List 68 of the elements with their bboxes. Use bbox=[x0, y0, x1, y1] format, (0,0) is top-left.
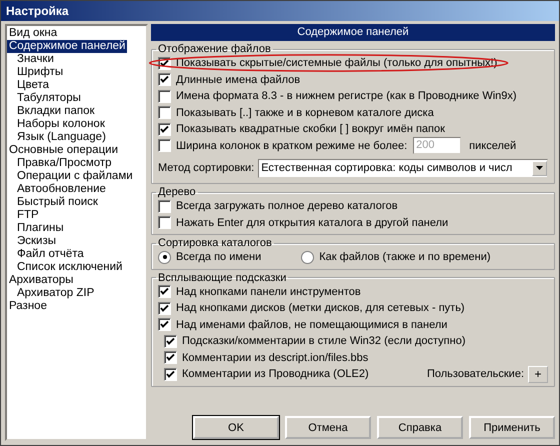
dialog-button[interactable]: Отмена bbox=[285, 416, 371, 439]
group-title: Дерево bbox=[157, 186, 197, 198]
tree-item[interactable]: Архиватор ZIP bbox=[15, 287, 96, 300]
checkbox[interactable] bbox=[164, 351, 177, 364]
tree-item[interactable]: FTP bbox=[15, 209, 41, 222]
checkbox-label: Показывать скрытые/системные файлы (только для опытных!) bbox=[176, 57, 498, 70]
tree-item[interactable]: Значки bbox=[15, 53, 56, 66]
tree-item[interactable]: Цвета bbox=[15, 79, 52, 92]
checkbox-label: Нажать Enter для открытия каталога в другой панели bbox=[176, 216, 448, 229]
checkbox[interactable] bbox=[164, 368, 177, 381]
window-title: Настройка bbox=[6, 4, 69, 18]
checkbox[interactable] bbox=[158, 122, 171, 136]
checkbox-label: Комментарии из Проводника (OLE2) bbox=[182, 368, 369, 380]
tree-item[interactable]: Табуляторы bbox=[15, 92, 83, 105]
checkbox[interactable] bbox=[158, 200, 171, 213]
dialog-button[interactable]: Справка bbox=[377, 416, 463, 439]
checkbox[interactable] bbox=[158, 73, 171, 86]
dialog-button[interactable]: Применить bbox=[469, 416, 555, 439]
checkbox-label: Над кнопками панели инструментов bbox=[176, 286, 361, 298]
tree-item[interactable]: Шрифты bbox=[15, 66, 66, 79]
add-button[interactable]: + bbox=[528, 366, 548, 383]
checkbox-label: Показывать квадратные скобки [ ] вокруг имён папок bbox=[176, 123, 445, 136]
radio-button[interactable] bbox=[301, 250, 314, 264]
dialog-button[interactable]: OK bbox=[193, 416, 279, 439]
tree-item[interactable]: Правка/Просмотр bbox=[15, 157, 114, 170]
checkbox-label: Над именами файлов, не помещающимися в панели bbox=[176, 318, 448, 331]
tree-item[interactable]: Автообновление bbox=[15, 183, 108, 196]
tree-item[interactable]: Разное bbox=[7, 300, 49, 313]
tree-item[interactable]: Наборы колонок bbox=[15, 118, 107, 131]
checkbox[interactable] bbox=[158, 285, 171, 298]
checkbox-label: Над кнопками дисков (метки дисков, для сетевых - путь) bbox=[176, 302, 465, 314]
tree-item[interactable]: Вид окна bbox=[7, 27, 60, 40]
group-title: Всплывающие подсказки bbox=[157, 272, 288, 284]
checkbox-label: Комментарии из descript.ion/files.bbs bbox=[182, 352, 368, 364]
custom-label: Пользовательские: bbox=[426, 368, 524, 380]
checkbox[interactable] bbox=[158, 139, 171, 152]
tree-item[interactable]: Основные операции bbox=[7, 144, 120, 157]
checkbox-label: Ширина колонок в кратком режиме не более: bbox=[176, 140, 408, 152]
checkbox-label: Имена формата 8.3 - в нижнем регистре (как в Проводнике Win9x) bbox=[176, 90, 517, 102]
checkbox-label: Подсказки/комментарии в стиле Win32 (если доступно) bbox=[182, 335, 466, 348]
tree-item[interactable]: Вкладки папок bbox=[15, 105, 97, 118]
tree-item[interactable]: Быстрый поиск bbox=[15, 196, 100, 209]
radio-label: Как файлов (также и по времени) bbox=[319, 251, 491, 264]
checkbox-label: Показывать [..] также и в корневом каталоге диска bbox=[176, 106, 434, 119]
tree-item[interactable]: Эскизы bbox=[15, 235, 58, 248]
tree-item[interactable]: Файл отчёта bbox=[15, 248, 86, 261]
checkbox[interactable] bbox=[158, 106, 171, 120]
tree-item[interactable]: Архиваторы bbox=[7, 274, 76, 287]
radio-button[interactable] bbox=[158, 250, 171, 264]
panel-header: Содержимое панелей bbox=[151, 24, 555, 41]
checkbox[interactable] bbox=[158, 216, 171, 230]
tree-item[interactable]: Содержимое панелей bbox=[7, 40, 128, 53]
checkbox-label: Всегда загружать полное дерево каталогов bbox=[176, 200, 398, 212]
tree-item[interactable]: Список исключений bbox=[15, 261, 124, 274]
group-title: Сортировка каталогов bbox=[157, 237, 273, 249]
tree-item[interactable]: Операции с файлами bbox=[15, 170, 135, 183]
radio-label: Всегда по имени bbox=[176, 251, 262, 264]
sort-method-label: Метод сортировки: bbox=[158, 162, 254, 174]
checkbox-label: Длинные имена файлов bbox=[176, 74, 300, 86]
tree-item[interactable]: Язык (Language) bbox=[15, 131, 108, 144]
checkbox[interactable] bbox=[158, 90, 171, 103]
sort-method-dropdown[interactable]: Естественная сортировка: коды символов и числ bbox=[258, 158, 548, 178]
checkbox[interactable] bbox=[158, 302, 171, 315]
tree-item[interactable]: Плагины bbox=[15, 222, 66, 235]
unit-label: пикселей bbox=[469, 140, 516, 152]
checkbox[interactable] bbox=[158, 318, 171, 332]
checkbox[interactable] bbox=[164, 334, 177, 348]
group-title: Отображение файлов bbox=[157, 43, 272, 55]
